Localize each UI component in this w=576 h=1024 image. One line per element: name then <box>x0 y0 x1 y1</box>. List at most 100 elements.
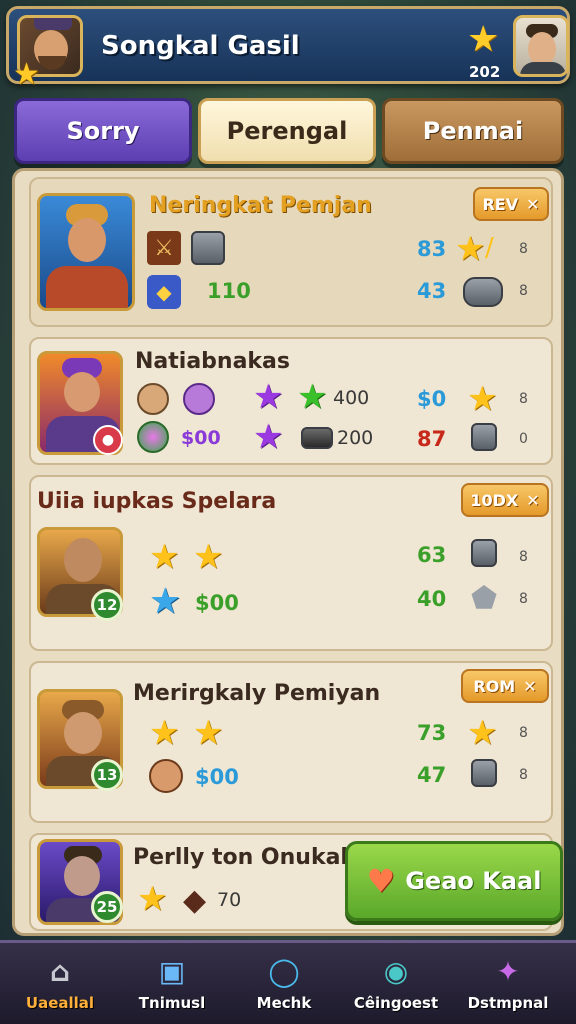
rank-badge[interactable]: 10DX ✕ <box>461 483 549 517</box>
player-rank-star-icon: ★ <box>13 57 40 92</box>
nav-label: Mechk <box>256 994 312 1012</box>
player-card[interactable]: Uiia iupkas Spelara 10DX ✕ 12 ★ ★ ★ $00 6… <box>29 475 553 651</box>
opponent-avatar[interactable] <box>513 15 569 77</box>
gem-pack-icon: ◆ <box>147 275 181 309</box>
fist-icon <box>471 759 497 787</box>
side-value: 8 <box>519 241 528 257</box>
shield-icon <box>463 277 503 307</box>
stat-value: 83 <box>417 237 447 261</box>
level-badge: 13 <box>91 759 123 791</box>
armor-block-icon <box>191 231 225 265</box>
potion-orb-icon <box>137 421 169 453</box>
stat-value: 43 <box>417 279 447 303</box>
nav-item-mechk[interactable]: ◯ Mechk <box>228 943 340 1023</box>
rank-badge[interactable]: ROM ✕ <box>461 669 549 703</box>
player-card[interactable]: Neringkat Pemjan REV ✕ ⚔ ◆ 110 83 ★ / 8 4… <box>29 177 553 327</box>
nav-item-home[interactable]: ⌂ Uaeallal <box>4 943 116 1023</box>
sword-icon: / <box>485 233 494 263</box>
player-card[interactable]: ROM ✕ Merirgkaly Pemiyan 13 ★ ★ $00 73 ★ … <box>29 661 553 823</box>
badge-label: REV <box>482 194 519 214</box>
player-card[interactable]: ● Natiabnakas $00 ★ ★ 400 ★ 200 $0 ★ 8 8… <box>29 337 553 465</box>
star-icon: ★ <box>149 537 180 577</box>
star-icon: ★ <box>193 713 224 753</box>
player-list-panel: Neringkat Pemjan REV ✕ ⚔ ◆ 110 83 ★ / 8 4… <box>12 168 564 936</box>
stat-value: $0 <box>417 387 447 411</box>
item-value: 110 <box>207 279 251 303</box>
stat-value: 73 <box>417 721 447 745</box>
badge-label: 10DX <box>470 490 519 510</box>
stat-value: 47 <box>417 763 447 787</box>
stat-value: 87 <box>417 427 447 451</box>
crystal-icon: ◆ <box>183 883 207 918</box>
side-value: 0 <box>519 431 528 447</box>
ally-avatar-icon <box>149 759 183 793</box>
player-portrait <box>37 193 135 311</box>
tab-label: Sorry <box>66 117 140 145</box>
stat-value: 40 <box>417 587 447 611</box>
ally-avatar-icon <box>137 383 169 415</box>
star-icon: ★ <box>137 879 168 919</box>
item-value: 70 <box>217 889 242 911</box>
card-title: Perlly ton Onukal <box>133 845 348 870</box>
tab-label: Penmai <box>422 117 524 145</box>
blue-star-icon: ★ <box>149 581 182 622</box>
badge-label: ROM <box>473 676 516 696</box>
tab-label: Perengal <box>226 117 348 145</box>
star-icon: ★ <box>467 19 500 60</box>
item-value: $00 <box>181 427 221 449</box>
heart-icon: ♥ <box>366 862 396 900</box>
claim-button[interactable]: ♥ Geao Kaal <box>345 841 563 921</box>
nav-item-dstmpnal[interactable]: ✦ Dstmpnal <box>452 943 564 1023</box>
home-icon: ⌂ <box>49 954 71 988</box>
side-value: 8 <box>519 725 528 741</box>
star-icon: ★ <box>193 537 224 577</box>
card-title: Uiia iupkas Spelara <box>37 489 277 514</box>
nav-item-cgingoest[interactable]: ◉ Cêingoest <box>340 943 452 1023</box>
side-value: 8 <box>519 767 528 783</box>
close-icon: ✕ <box>523 676 537 696</box>
card-title: Natiabnakas <box>135 349 290 374</box>
star-icon: ★ <box>455 229 486 269</box>
close-icon: ✕ <box>526 490 540 510</box>
star-count: 202 <box>469 63 501 81</box>
card-title: Neringkat Pemjan <box>149 193 372 218</box>
side-value: 8 <box>519 591 528 607</box>
shield-icon: ⬟ <box>470 580 498 616</box>
nav-item-tnimusl[interactable]: ▣ Tnimusl <box>116 943 228 1023</box>
purple-star-icon: ★ <box>253 417 284 457</box>
top-header: ★ Songkal Gasil ★ 202 <box>6 6 570 92</box>
fist-icon <box>471 423 497 451</box>
search-icon: ◯ <box>268 954 300 988</box>
chest-icon: ▣ <box>158 954 186 988</box>
tab-penmai[interactable]: Penmai <box>382 98 564 164</box>
star-icon: ★ <box>149 713 180 753</box>
fist-icon <box>471 539 497 567</box>
status-dot-icon: ● <box>93 425 123 455</box>
side-value: 8 <box>519 283 528 299</box>
green-star-icon: ★ <box>297 377 328 417</box>
nav-label: Uaeallal <box>25 994 95 1012</box>
tab-perengal[interactable]: Perengal <box>198 98 376 164</box>
item-value: $00 <box>195 591 239 615</box>
gems-icon: ✦ <box>496 954 520 988</box>
player-name: Songkal Gasil <box>101 31 300 61</box>
bottom-navigation: ⌂ Uaeallal ▣ Tnimusl ◯ Mechk ◉ Cêingoest… <box>0 940 576 1024</box>
iron-ingot-icon <box>301 427 333 449</box>
star-icon: ★ <box>467 379 498 419</box>
side-value: 8 <box>519 549 528 565</box>
stat-value: 63 <box>417 543 447 567</box>
item-value: $00 <box>195 765 239 789</box>
card-title: Merirgkaly Pemiyan <box>133 681 381 706</box>
player-card[interactable]: 25 Perlly ton Onukal ★ ◆ 70 ♥ Geao Kaal <box>29 833 563 931</box>
nav-label: Dstmpnal <box>467 994 549 1012</box>
button-label: Geao Kaal <box>405 867 542 895</box>
level-badge: 25 <box>91 891 123 923</box>
compass-icon: ◉ <box>383 954 409 988</box>
close-icon: ✕ <box>526 194 540 214</box>
rank-badge[interactable]: REV ✕ <box>473 187 549 221</box>
purple-star-icon: ★ <box>253 377 284 417</box>
star-icon: ★ <box>467 713 498 753</box>
tab-sorry[interactable]: Sorry <box>14 98 192 164</box>
item-value: 200 <box>337 427 374 449</box>
ally-avatar-icon <box>183 383 215 415</box>
